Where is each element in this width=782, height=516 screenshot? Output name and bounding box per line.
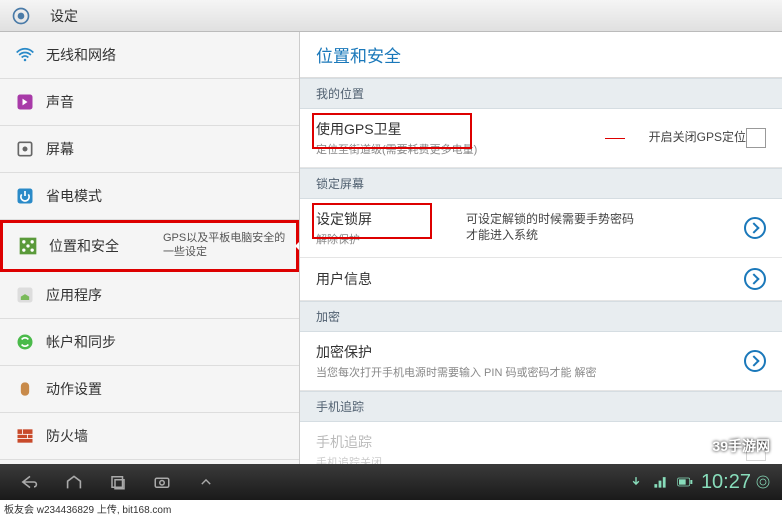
sidebar-label: 声音 xyxy=(46,92,74,112)
sidebar-item-accounts[interactable]: 帐户和同步 xyxy=(0,319,299,366)
signal-icon xyxy=(653,475,667,489)
row-userinfo[interactable]: 用户信息 xyxy=(300,258,782,301)
sidebar-item-display[interactable]: 屏幕 xyxy=(0,126,299,173)
annotation-text: 开启关闭GPS定位 xyxy=(649,130,746,146)
sidebar-item-power[interactable]: 省电模式 xyxy=(0,173,299,220)
row-title: 使用GPS卫星 xyxy=(316,119,601,139)
app-header: 设定 xyxy=(0,0,782,32)
chevron-right-icon[interactable] xyxy=(744,217,766,239)
motion-icon xyxy=(14,378,36,400)
power-icon xyxy=(14,185,36,207)
sidebar-label: 屏幕 xyxy=(46,139,74,159)
header-title: 设定 xyxy=(50,6,78,26)
row-title: 设定锁屏 xyxy=(316,209,446,229)
row-title: 加密保护 xyxy=(316,342,744,362)
row-sub: 定位至街道级(需要耗费更多电量) xyxy=(316,141,601,157)
sync-icon xyxy=(14,331,36,353)
chevron-right-icon[interactable] xyxy=(744,350,766,372)
sidebar-label: 位置和安全 xyxy=(49,236,119,256)
location-icon xyxy=(17,235,39,257)
system-navbar: 10:27 xyxy=(0,464,782,500)
sidebar-note: GPS以及平板电脑安全的一些设定 xyxy=(163,231,296,260)
sidebar-label: 防火墙 xyxy=(46,426,88,446)
gps-checkbox[interactable] xyxy=(746,128,766,148)
sidebar-label: 应用程序 xyxy=(46,285,102,305)
row-title: 用户信息 xyxy=(316,269,744,289)
recent-button[interactable] xyxy=(98,468,138,496)
battery-icon xyxy=(677,476,693,488)
sidebar-label: 帐户和同步 xyxy=(46,332,116,352)
sidebar-label: 动作设置 xyxy=(46,379,102,399)
row-title: 手机追踪 xyxy=(316,432,746,452)
menu-up-button[interactable] xyxy=(186,468,226,496)
row-screenlock[interactable]: 设定锁屏 解除保护 可设定解锁的时候需要手势密码 才能进入系统 xyxy=(300,199,782,258)
section-my-location: 我的位置 xyxy=(300,78,782,109)
firewall-icon xyxy=(14,425,36,447)
sidebar-item-privacy[interactable]: 隐私权 xyxy=(0,460,299,464)
sidebar-item-location[interactable]: 位置和安全 GPS以及平板电脑安全的一些设定 xyxy=(0,220,299,272)
chevron-right-icon[interactable] xyxy=(744,268,766,290)
sidebar-item-motion[interactable]: 动作设置 xyxy=(0,366,299,413)
home-button[interactable] xyxy=(54,468,94,496)
watermark: 39手游网 xyxy=(712,436,770,456)
row-sub: 解除保护 xyxy=(316,231,446,247)
section-lock-screen: 锁定屏幕 xyxy=(300,168,782,199)
sidebar-item-wireless[interactable]: 无线和网络 xyxy=(0,32,299,79)
apps-icon xyxy=(14,284,36,306)
screenshot-button[interactable] xyxy=(142,468,182,496)
row-trace: 手机追踪 手机追踪关闭 xyxy=(300,422,782,464)
back-button[interactable] xyxy=(10,468,50,496)
sidebar-item-firewall[interactable]: 防火墙 xyxy=(0,413,299,460)
row-encrypt[interactable]: 加密保护 当您每次打开手机电源时需要输入 PIN 码或密码才能 解密 xyxy=(300,332,782,391)
gear-icon xyxy=(10,5,32,27)
annotation-text: 可设定解锁的时候需要手势密码 才能进入系统 xyxy=(466,212,634,243)
status-icons[interactable] xyxy=(629,475,693,489)
section-encryption: 加密 xyxy=(300,301,782,332)
wifi-icon xyxy=(14,44,36,66)
annotation-line xyxy=(605,138,625,139)
row-sub: 当您每次打开手机电源时需要输入 PIN 码或密码才能 解密 xyxy=(316,364,744,380)
section-phone-trace: 手机追踪 xyxy=(300,391,782,422)
clock[interactable]: 10:27 xyxy=(701,471,772,494)
sidebar-item-apps[interactable]: 应用程序 xyxy=(0,272,299,319)
caption: 板友会 w234436829 上传, bit168.com xyxy=(0,500,782,516)
content-panel: 位置和安全 我的位置 使用GPS卫星 定位至街道级(需要耗费更多电量) 开启关闭… xyxy=(300,32,782,464)
sidebar-label: 省电模式 xyxy=(46,186,102,206)
row-gps[interactable]: 使用GPS卫星 定位至街道级(需要耗费更多电量) 开启关闭GPS定位 xyxy=(300,109,782,168)
sidebar-item-sound[interactable]: 声音 xyxy=(0,79,299,126)
content-title: 位置和安全 xyxy=(300,32,782,78)
row-sub: 手机追踪关闭 xyxy=(316,454,746,464)
download-icon xyxy=(629,475,643,489)
sidebar-label: 无线和网络 xyxy=(46,45,116,65)
sidebar: 无线和网络 声音 屏幕 省电模式 位置和安全 GPS以及平板电脑安全的一些设定 … xyxy=(0,32,300,464)
sound-icon xyxy=(14,91,36,113)
display-icon xyxy=(14,138,36,160)
